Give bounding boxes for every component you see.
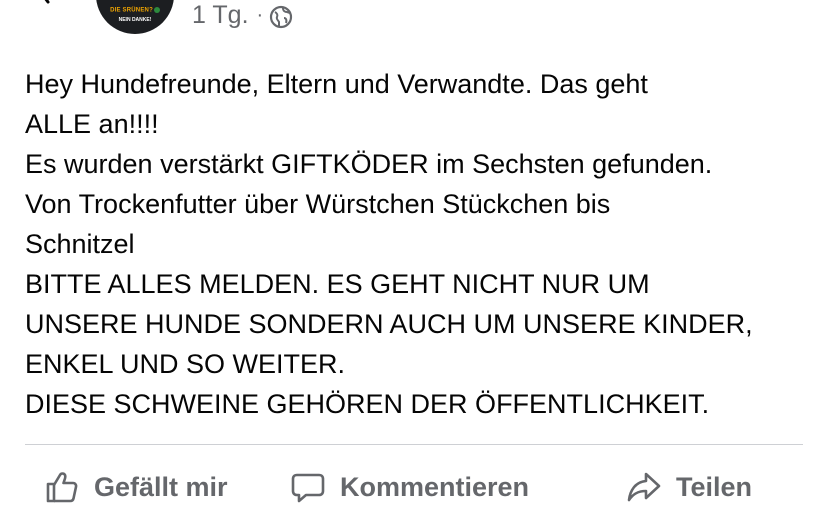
share-button-label: Teilen: [676, 471, 753, 502]
post-text-line: Schnitzel: [25, 229, 135, 259]
post-text-line: BITTE ALLES MELDEN. ES GEHT NICHT NUR UM: [25, 269, 650, 299]
post-text-line: Von Trockenfutter über Würstchen Stückch…: [25, 189, 611, 219]
like-button[interactable]: Gefällt mir: [44, 462, 228, 512]
post-header: DIE SRÜNEN? NEIN DANKE! 1 Tg. ·: [0, 0, 828, 40]
avatar[interactable]: DIE SRÜNEN? NEIN DANKE!: [96, 0, 174, 34]
like-button-label: Gefällt mir: [94, 471, 228, 502]
comment-button[interactable]: Kommentieren: [290, 462, 529, 512]
share-button[interactable]: Teilen: [626, 462, 752, 512]
avatar-text-line1: DIE SRÜNEN?: [96, 7, 174, 14]
avatar-badge-icon: [153, 7, 160, 13]
back-arrow-icon[interactable]: [38, 0, 60, 4]
post-text-line: DIESE SCHWEINE GEHÖREN DER ÖFFENTLICHKEI…: [25, 389, 710, 419]
post-meta: 1 Tg. ·: [192, 1, 293, 30]
post-text-line: UNSERE HUNDE SONDERN AUCH UM UNSERE KIND…: [25, 309, 753, 339]
post-timestamp[interactable]: 1 Tg.: [192, 1, 249, 30]
post-text-line: Es wurden verstärkt GIFTKÖDER im Sechste…: [25, 149, 713, 179]
globe-icon[interactable]: [269, 5, 293, 29]
share-icon: [627, 472, 661, 502]
meta-separator: ·: [256, 4, 264, 26]
avatar-text-line2: NEIN DANKE!: [118, 17, 152, 23]
actions-divider: [25, 444, 803, 445]
post-text-line: Hey Hundefreunde, Eltern und Verwandte. …: [25, 69, 648, 99]
comment-button-label: Kommentieren: [340, 471, 530, 502]
thumbs-up-icon: [46, 472, 78, 503]
post-text-line: ALLE an!!!!: [25, 109, 159, 139]
post-text-line: ENKEL UND SO WEITER.: [25, 349, 346, 379]
post-actions-bar: Gefällt mir Kommentieren Teilen: [0, 462, 828, 512]
post-body: Hey Hundefreunde, Eltern und Verwandte. …: [25, 64, 815, 424]
comment-icon: [291, 473, 325, 503]
